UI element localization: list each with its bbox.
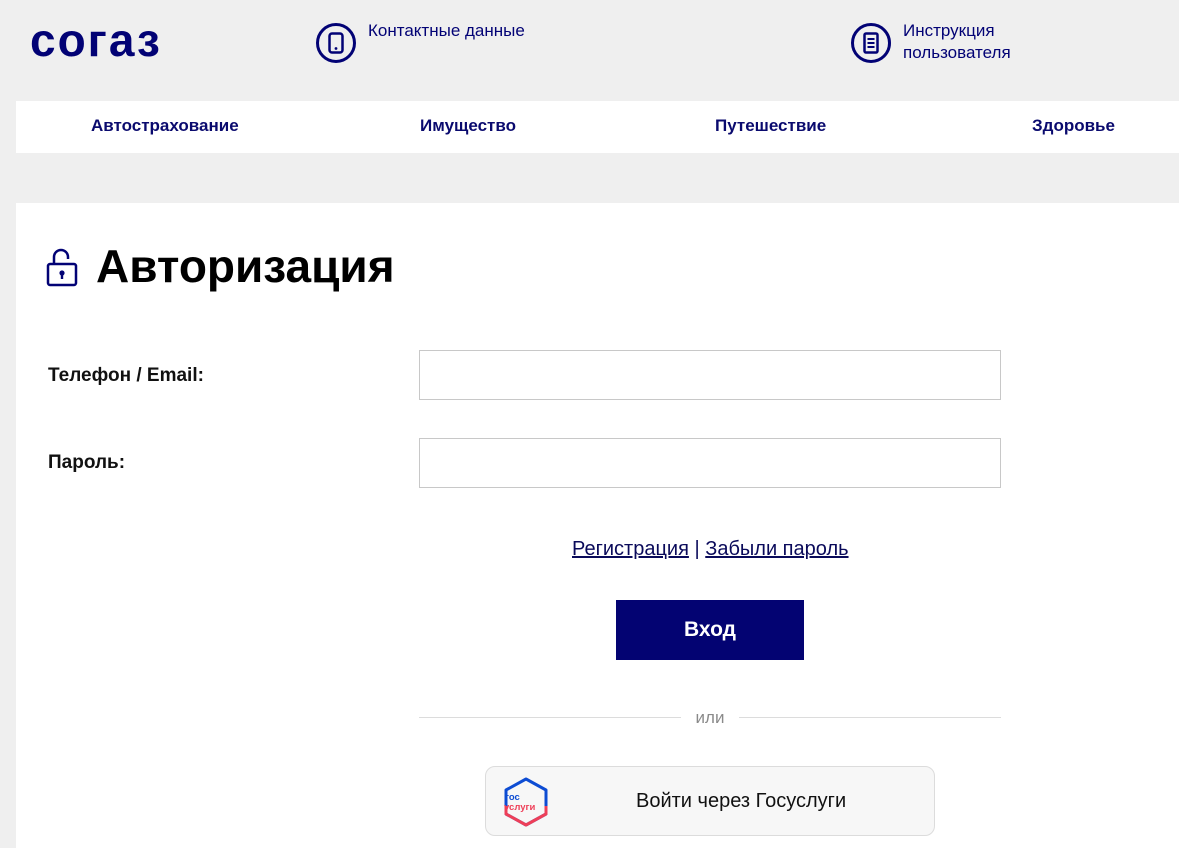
contacts-link[interactable]: Контактные данные bbox=[316, 20, 528, 63]
svg-text:услуги: услуги bbox=[504, 802, 535, 813]
phone-icon bbox=[316, 23, 356, 63]
unlock-icon bbox=[46, 248, 78, 287]
user-manual-link[interactable]: Инструкция пользователя bbox=[851, 20, 1063, 64]
forgot-password-link[interactable]: Забыли пароль bbox=[705, 538, 848, 560]
page-title: Авторизация bbox=[96, 240, 395, 292]
contacts-label: Контактные данные bbox=[368, 21, 525, 40]
header: согаз Контактные данные Инструкция польз… bbox=[0, 0, 1179, 101]
nav-item-auto[interactable]: Автострахование bbox=[91, 101, 239, 153]
or-divider: или bbox=[419, 708, 1001, 727]
phone-email-label: Телефон / Email: bbox=[48, 365, 204, 386]
main-nav: Автострахование Имущество Путешествие Зд… bbox=[16, 101, 1179, 153]
password-label: Пароль: bbox=[48, 452, 126, 473]
gosuslugi-logo-icon: гос услуги bbox=[504, 777, 548, 827]
nav-item-travel[interactable]: Путешествие bbox=[715, 101, 826, 153]
sogaz-logo[interactable]: согаз bbox=[30, 22, 205, 62]
or-text: или bbox=[695, 708, 725, 727]
nav-item-property[interactable]: Имущество bbox=[420, 101, 516, 153]
gosuslugi-login-button[interactable]: гос услуги Войти через Госуслуги bbox=[485, 766, 935, 836]
svg-text:согаз: согаз bbox=[30, 22, 162, 62]
gosuslugi-button-label: Войти через Госуслуги bbox=[636, 790, 847, 812]
document-icon bbox=[851, 23, 891, 63]
links-separator: | bbox=[694, 538, 700, 560]
login-button[interactable]: Вход bbox=[616, 600, 804, 660]
auth-links: Регистрация | Забыли пароль bbox=[572, 538, 849, 561]
auth-card: Авторизация Телефон / Email: Пароль: Рег… bbox=[16, 203, 1179, 848]
register-link[interactable]: Регистрация bbox=[572, 538, 689, 560]
password-input[interactable] bbox=[419, 438, 1001, 488]
phone-email-input[interactable] bbox=[419, 350, 1001, 400]
user-manual-label: Инструкция пользователя bbox=[903, 21, 1011, 62]
nav-item-health[interactable]: Здоровье bbox=[1032, 101, 1115, 153]
